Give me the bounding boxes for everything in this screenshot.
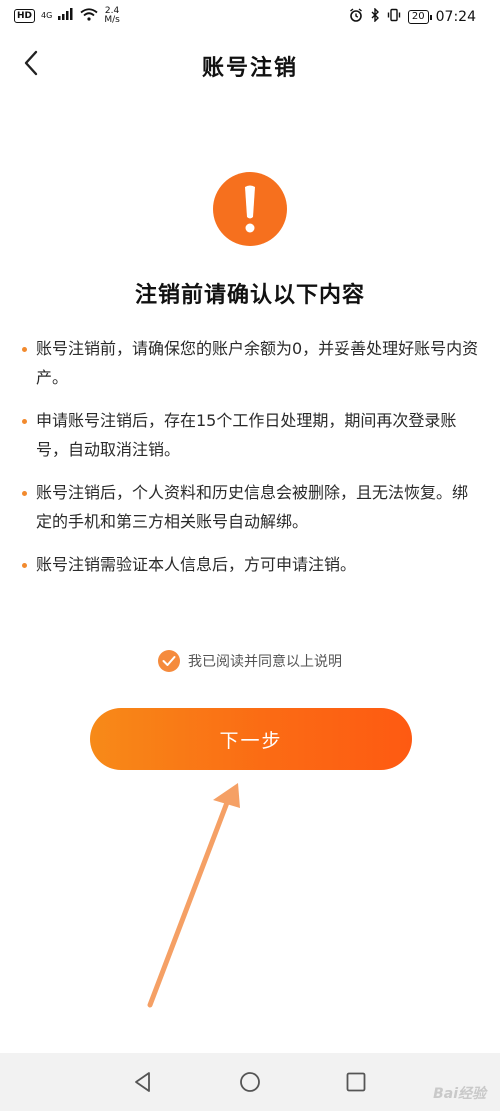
network-speed: 2.4 M/s	[104, 7, 120, 25]
bullet-dot	[22, 347, 27, 352]
alarm-icon	[349, 8, 363, 26]
note-text: 申请账号注销后，存在15个工作日处理期，期间再次登录账号，自动取消注销。	[36, 411, 457, 459]
wifi-icon	[80, 7, 98, 25]
nav-header: 账号注销	[0, 34, 500, 96]
next-step-button[interactable]: 下一步	[90, 708, 412, 770]
confirm-heading: 注销前请确认以下内容	[134, 283, 365, 308]
agreement-row: 我已阅读并同意以上说明	[0, 650, 500, 672]
clock: 07:24	[435, 9, 476, 25]
list-item: 账号注销后，个人资料和历史信息会被删除，且无法恢复。绑定的手机和第三方相关账号自…	[22, 478, 482, 536]
list-item: 账号注销前，请确保您的账户余额为0，并妥善处理好账号内资产。	[22, 334, 482, 392]
system-nav-bar: Bai经验	[0, 1053, 500, 1111]
signal-icon	[58, 8, 74, 24]
status-bar: HD 4G 2.4 M/s 20 07:24	[0, 0, 500, 34]
status-left: HD 4G 2.4 M/s	[14, 7, 120, 25]
list-item: 申请账号注销后，存在15个工作日处理期，期间再次登录账号，自动取消注销。	[22, 406, 482, 464]
note-text: 账号注销前，请确保您的账户余额为0，并妥善处理好账号内资产。	[36, 339, 479, 387]
note-text: 账号注销后，个人资料和历史信息会被删除，且无法恢复。绑定的手机和第三方相关账号自…	[36, 483, 469, 531]
triangle-back-icon[interactable]	[132, 1071, 154, 1093]
notes-list: 账号注销前，请确保您的账户余额为0，并妥善处理好账号内资产。 申请账号注销后，存…	[22, 334, 482, 593]
circle-home-icon[interactable]	[239, 1071, 261, 1093]
page-title: 账号注销	[201, 56, 298, 81]
agree-label[interactable]: 我已阅读并同意以上说明	[188, 651, 342, 671]
exclamation-icon	[213, 172, 287, 246]
vibrate-icon	[387, 8, 401, 26]
list-item: 账号注销需验证本人信息后，方可申请注销。	[22, 550, 482, 579]
watermark: Bai经验	[433, 1086, 486, 1102]
bullet-dot	[22, 491, 27, 496]
square-recent-icon[interactable]	[345, 1071, 367, 1093]
agree-checkbox[interactable]	[158, 650, 180, 672]
bluetooth-icon	[370, 7, 380, 26]
network-type: 4G	[41, 11, 53, 20]
hd-badge: HD	[14, 9, 36, 23]
battery-icon: 20	[407, 10, 432, 24]
speed-unit: M/s	[104, 15, 120, 25]
note-text: 账号注销需验证本人信息后，方可申请注销。	[36, 555, 357, 574]
checkmark-icon	[162, 656, 176, 666]
bullet-dot	[22, 563, 27, 568]
status-right: 20 07:24	[349, 7, 476, 26]
bullet-dot	[22, 419, 27, 424]
